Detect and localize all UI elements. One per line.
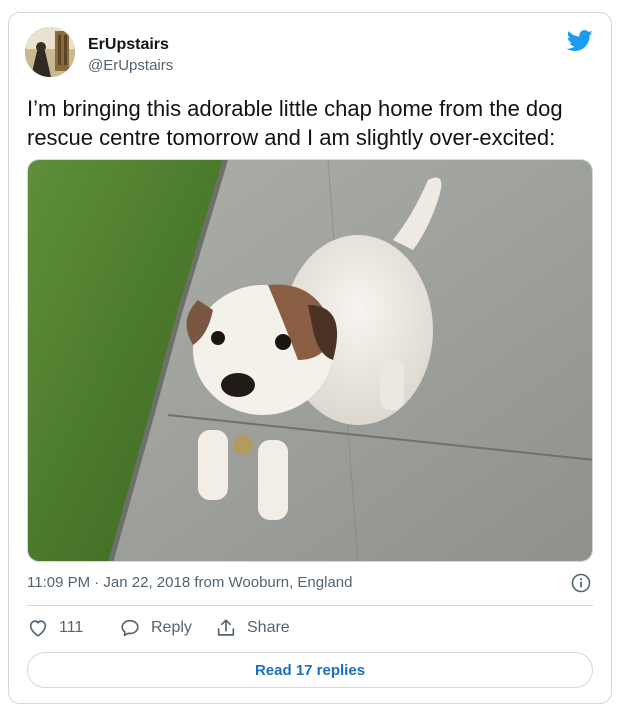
reply-label: Reply: [151, 619, 192, 636]
speech-bubble-icon: [121, 619, 139, 637]
tweet-timestamp[interactable]: 11:09 PM · Jan 22, 2018 from Wooburn, En…: [27, 574, 352, 591]
user-handle[interactable]: @ErUpstairs: [88, 57, 173, 74]
share-button[interactable]: Share: [215, 617, 290, 639]
reply-button[interactable]: Reply: [119, 617, 192, 639]
tweet-card: ErUpstairs @ErUpstairs I’m bringing this…: [8, 12, 612, 704]
info-icon[interactable]: [571, 573, 591, 593]
avatar-image: [25, 27, 75, 77]
like-button[interactable]: 111: [27, 617, 83, 639]
tweet-photo[interactable]: [27, 159, 593, 562]
share-label: Share: [247, 619, 290, 636]
dog-photo: [28, 160, 592, 561]
divider: [27, 605, 593, 606]
tweet-text: I’m bringing this adorable little chap h…: [27, 96, 563, 150]
read-replies-button[interactable]: Read 17 replies: [27, 652, 593, 688]
heart-icon: [29, 620, 47, 637]
display-name[interactable]: ErUpstairs: [88, 36, 169, 54]
twitter-bird-icon[interactable]: [566, 30, 593, 52]
share-upload-icon: [217, 619, 235, 636]
avatar[interactable]: [25, 27, 75, 77]
like-count: 111: [59, 619, 84, 636]
